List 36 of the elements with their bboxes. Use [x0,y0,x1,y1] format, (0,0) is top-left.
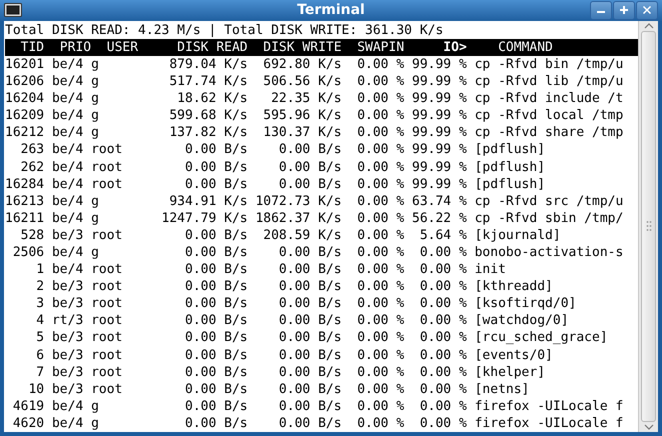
process-line: 263 be/4 root 0.00 B/s 0.00 B/s 0.00 % 99.99 % [pdflush] [20,141,546,158]
process-line: 16212 be/4 g 137.82 K/s 130.37 K/s 0.00 % 99.99 % cp -Rfvd share /tmp [5,124,624,142]
process-line: 16201 be/4 g 879.04 K/s 692.80 K/s 0.00 % 99.99 % cp -Rfvd bin /tmp/u [5,56,624,74]
process-line: 7 be/3 root 0.00 B/s 0.00 B/s 0.00 % 0.00 % [khelper] [35,364,546,381]
process-line: 6 be/3 root 0.00 B/s 0.00 B/s 0.00 % 0.00 % [events/0] [35,346,554,364]
window-title: Terminal [297,0,365,20]
grip-icon [646,220,652,232]
close-button[interactable] [636,0,658,20]
process-line: 5 be/3 root 0.00 B/s 0.00 B/s 0.00 % 0.00 % [rcu_sched_grace] [35,329,609,347]
minimize-button[interactable] [590,0,612,20]
process-line: 3 be/3 root 0.00 B/s 0.00 B/s 0.00 % 0.00 % [ksoftirqd/0] [35,295,578,312]
scroll-up-icon [644,22,654,29]
process-line: 4619 be/4 g 0.00 B/s 0.00 B/s 0.00 % 0.00 % firefox -UILocale f [12,398,624,415]
process-line: 16284 be/4 root 0.00 B/s 0.00 B/s 0.00 % 99.99 % [pdflush] [5,176,546,193]
maximize-icon [620,6,628,14]
process-line: 262 be/4 root 0.00 B/s 0.00 B/s 0.00 % 99.99 % [pdflush] [20,158,546,176]
maximize-button[interactable] [613,0,635,20]
process-line: 16204 be/4 g 18.62 K/s 22.35 K/s 0.00 % 99.99 % cp -Rfvd include /t [5,90,624,108]
process-line: 10 be/3 root 0.00 B/s 0.00 B/s 0.00 % 0.00 % [netns] [27,380,530,398]
process-line: 16206 be/4 g 517.74 K/s 506.56 K/s 0.00 % 99.99 % cp -Rfvd lib /tmp/u [5,73,624,90]
process-line: 16213 be/4 g 934.91 K/s 1072.73 K/s 0.00 % 63.74 % cp -Rfvd src /tmp/u [5,192,624,210]
process-line: 4 rt/3 root 0.00 B/s 0.00 B/s 0.00 % 0.00 % [watchdog/0] [35,312,570,330]
process-line: 4620 be/4 g 0.00 B/s 0.00 B/s 0.00 % 0.00 % firefox -UILocale f [12,414,624,432]
process-line: 528 be/3 root 0.00 B/s 208.59 K/s 0.00 % 5.64 % [kjournald] [20,226,562,244]
close-icon [643,6,651,14]
io-summary: Total DISK READ: 4.23 M/s | Total DISK WRITE: 361.30 K/s [5,22,444,39]
process-line: 16211 be/4 g 1247.79 K/s 1862.37 K/s 0.00 % 56.22 % cp -Rfvd sbin /tmp/ [5,210,624,227]
terminal-icon [4,3,22,18]
process-line: 2506 be/4 g 0.00 B/s 0.00 B/s 0.00 % 0.00 % bonobo-activation-s [12,244,624,262]
scrollbar[interactable] [638,20,658,432]
scroll-thumb[interactable] [641,30,656,422]
process-line: 16209 be/4 g 599.68 K/s 595.96 K/s 0.00 % 99.99 % cp -Rfvd local /tmp [5,107,624,124]
process-line: 1 be/4 root 0.00 B/s 0.00 B/s 0.00 % 0.00 % init [35,261,507,278]
process-line: 2 be/3 root 0.00 B/s 0.00 B/s 0.00 % 0.00 % [kthreadd] [35,278,554,296]
scroll-down-icon [644,424,654,430]
column-header-bar: TID PRIO USER DISK READ DISK WRITE SWAPIN IO> COMMAND [5,38,638,56]
